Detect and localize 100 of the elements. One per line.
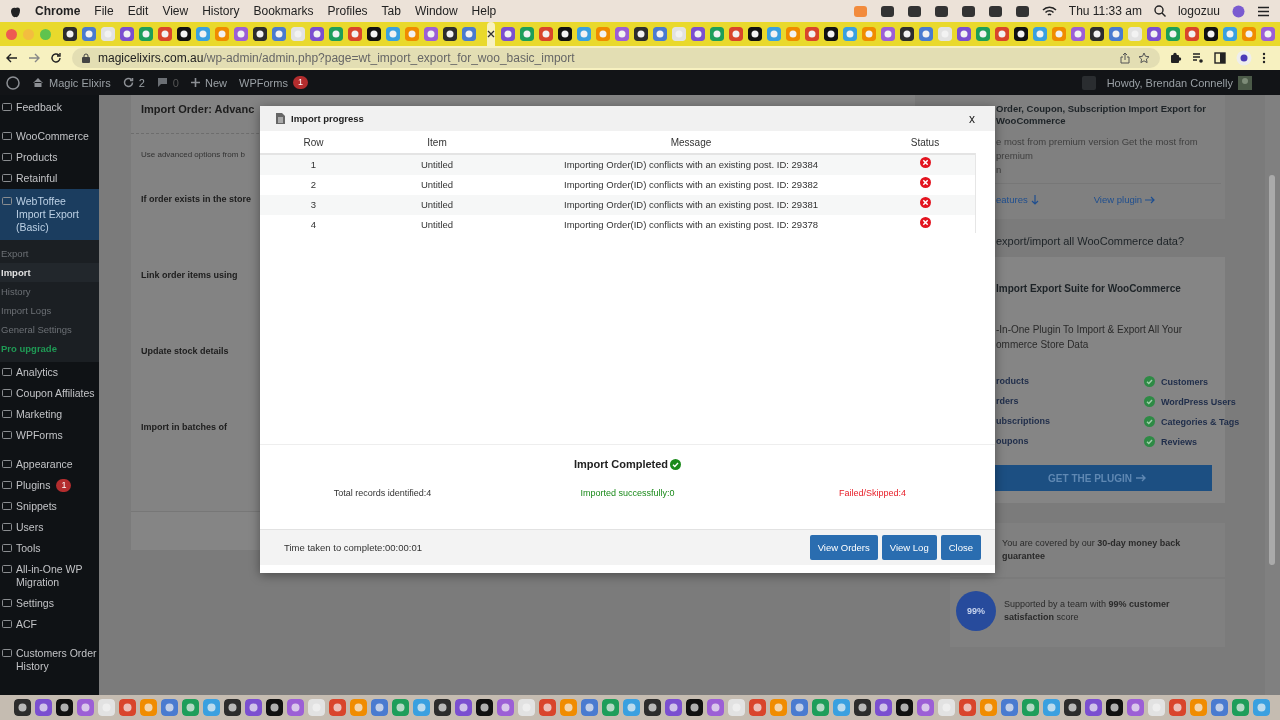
- rating-seal: 99%: [956, 591, 996, 631]
- puzzle-icon[interactable]: [1170, 52, 1182, 64]
- app-icon[interactable]: [1106, 699, 1123, 716]
- scrollbar[interactable]: [1265, 95, 1280, 695]
- menu-item[interactable]: Bookmarks: [253, 4, 314, 18]
- app-icon[interactable]: [1064, 699, 1081, 716]
- menu-item[interactable]: View: [162, 4, 189, 18]
- sidebar-item[interactable]: Analytics: [0, 362, 99, 383]
- app-icon[interactable]: [854, 699, 871, 716]
- favicon-icon[interactable]: [253, 27, 267, 41]
- favicon-icon[interactable]: [63, 27, 77, 41]
- sidebar-item[interactable]: Feedback: [0, 97, 99, 118]
- app-icon[interactable]: [434, 699, 451, 716]
- favicon-icon[interactable]: [900, 27, 914, 41]
- favicon-icon[interactable]: [558, 27, 572, 41]
- app-icon[interactable]: [896, 699, 913, 716]
- sidebar-item[interactable]: Products: [0, 147, 99, 168]
- wordpress-icon[interactable]: [6, 75, 20, 90]
- sidebar-item[interactable]: WooCommerce: [0, 126, 99, 147]
- side-panel-icon[interactable]: [1214, 52, 1226, 64]
- favicon-icon[interactable]: [443, 27, 457, 41]
- menu-item[interactable]: Profiles: [327, 4, 368, 18]
- wifi-icon[interactable]: [1041, 5, 1057, 17]
- siri-icon[interactable]: [1232, 4, 1245, 18]
- site-link[interactable]: Magic Elixirs: [32, 76, 111, 89]
- table-cell: Importing Order(ID) conflicts with an existing post. ID: 29382: [507, 175, 875, 195]
- sidebar-item[interactable]: Appearance: [0, 454, 99, 475]
- favicon-icon[interactable]: [1204, 27, 1218, 41]
- new-link[interactable]: New: [191, 76, 227, 89]
- media-icon[interactable]: [1192, 52, 1204, 64]
- sidebar-item[interactable]: Snippets: [0, 496, 99, 517]
- chat-icon: [1081, 75, 1096, 90]
- app-icon[interactable]: [224, 699, 241, 716]
- close-window-icon[interactable]: [6, 28, 17, 40]
- star-icon[interactable]: [1138, 52, 1150, 64]
- dialog-button[interactable]: Close: [940, 535, 981, 560]
- menu-item[interactable]: Window: [414, 4, 458, 18]
- app-icon[interactable]: [644, 699, 661, 716]
- status-icon[interactable]: [1014, 4, 1030, 18]
- wpforms-link[interactable]: WPForms 1: [239, 76, 308, 89]
- avatar-icon[interactable]: [1236, 50, 1252, 66]
- list-icon[interactable]: [1257, 5, 1270, 17]
- submenu-item[interactable]: Pro upgrade: [0, 339, 99, 358]
- close-icon[interactable]: [487, 30, 495, 38]
- app-icon[interactable]: [266, 699, 283, 716]
- favicon-icon[interactable]: [824, 27, 838, 41]
- share-icon[interactable]: [1120, 52, 1130, 64]
- app-menu[interactable]: Chrome: [35, 4, 81, 18]
- dialog-button[interactable]: View Orders: [809, 535, 878, 560]
- sidebar-item[interactable]: Users: [0, 517, 99, 538]
- favicon-icon[interactable]: [748, 27, 762, 41]
- status-icon[interactable]: [960, 4, 976, 18]
- dialog-close-button[interactable]: x: [965, 111, 979, 126]
- menu-item[interactable]: Help: [471, 4, 497, 18]
- active-tab[interactable]: [487, 22, 495, 46]
- app-icon[interactable]: [476, 699, 493, 716]
- sidebar-item[interactable]: Coupon Affiliates: [0, 383, 99, 404]
- menu-icon: [2, 131, 12, 141]
- more-icon[interactable]: [1262, 52, 1266, 64]
- favicon-icon[interactable]: [634, 27, 648, 41]
- sidebar-item[interactable]: Plugins 1: [0, 475, 99, 496]
- updates-link[interactable]: 2: [122, 76, 145, 89]
- sidebar-item[interactable]: Settings: [0, 593, 99, 614]
- reload-icon[interactable]: [50, 52, 62, 64]
- status-icon[interactable]: [933, 4, 949, 18]
- forward-icon[interactable]: [28, 53, 40, 63]
- sidebar-item[interactable]: ACF: [0, 614, 99, 635]
- apple-icon[interactable]: [10, 4, 21, 18]
- sidebar-item[interactable]: Customers Order History: [0, 643, 99, 677]
- sidebar-item[interactable]: WebToffee Import Export (Basic): [0, 189, 99, 240]
- menu-item[interactable]: History: [202, 4, 240, 18]
- dialog-button[interactable]: View Log: [881, 535, 937, 560]
- menu-item[interactable]: Tab: [381, 4, 401, 18]
- account-link[interactable]: Howdy, Brendan Connelly: [1081, 75, 1252, 90]
- menu-item[interactable]: File: [94, 4, 114, 18]
- search-icon[interactable]: [1153, 5, 1166, 17]
- back-icon[interactable]: [6, 53, 18, 63]
- plus-icon: [191, 78, 200, 87]
- sidebar-item[interactable]: Retainful: [0, 168, 99, 189]
- menu-item[interactable]: Edit: [127, 4, 149, 18]
- sidebar-item[interactable]: WPForms: [0, 425, 99, 446]
- sidebar-item[interactable]: All-in-One WP Migration: [0, 559, 99, 593]
- support-text: Supported by a team with 99% customer satisfaction score: [1004, 598, 1171, 624]
- favicon-icon[interactable]: [1090, 27, 1104, 41]
- favicon-icon[interactable]: [177, 27, 191, 41]
- user-name[interactable]: logozuu: [1177, 4, 1220, 18]
- address-field[interactable]: magicelixirs.com.au/wp-admin/admin.php?page=wt_import_export_for_woo_basic_import: [72, 48, 1160, 68]
- favicon-icon[interactable]: [367, 27, 381, 41]
- app-icon[interactable]: [56, 699, 73, 716]
- status-icon[interactable]: [879, 4, 895, 18]
- submenu-item[interactable]: Import: [0, 263, 99, 282]
- sidebar-item[interactable]: Marketing: [0, 404, 99, 425]
- sidebar-item[interactable]: Tools: [0, 538, 99, 559]
- app-icon[interactable]: [14, 699, 31, 716]
- status-icon[interactable]: [906, 4, 922, 18]
- clock[interactable]: Thu 11:33 am: [1068, 4, 1142, 18]
- status-icon[interactable]: [987, 4, 1003, 18]
- feature-label: WordPress Users: [1161, 396, 1236, 407]
- app-icon[interactable]: [686, 699, 703, 716]
- favicon-icon[interactable]: [1014, 27, 1028, 41]
